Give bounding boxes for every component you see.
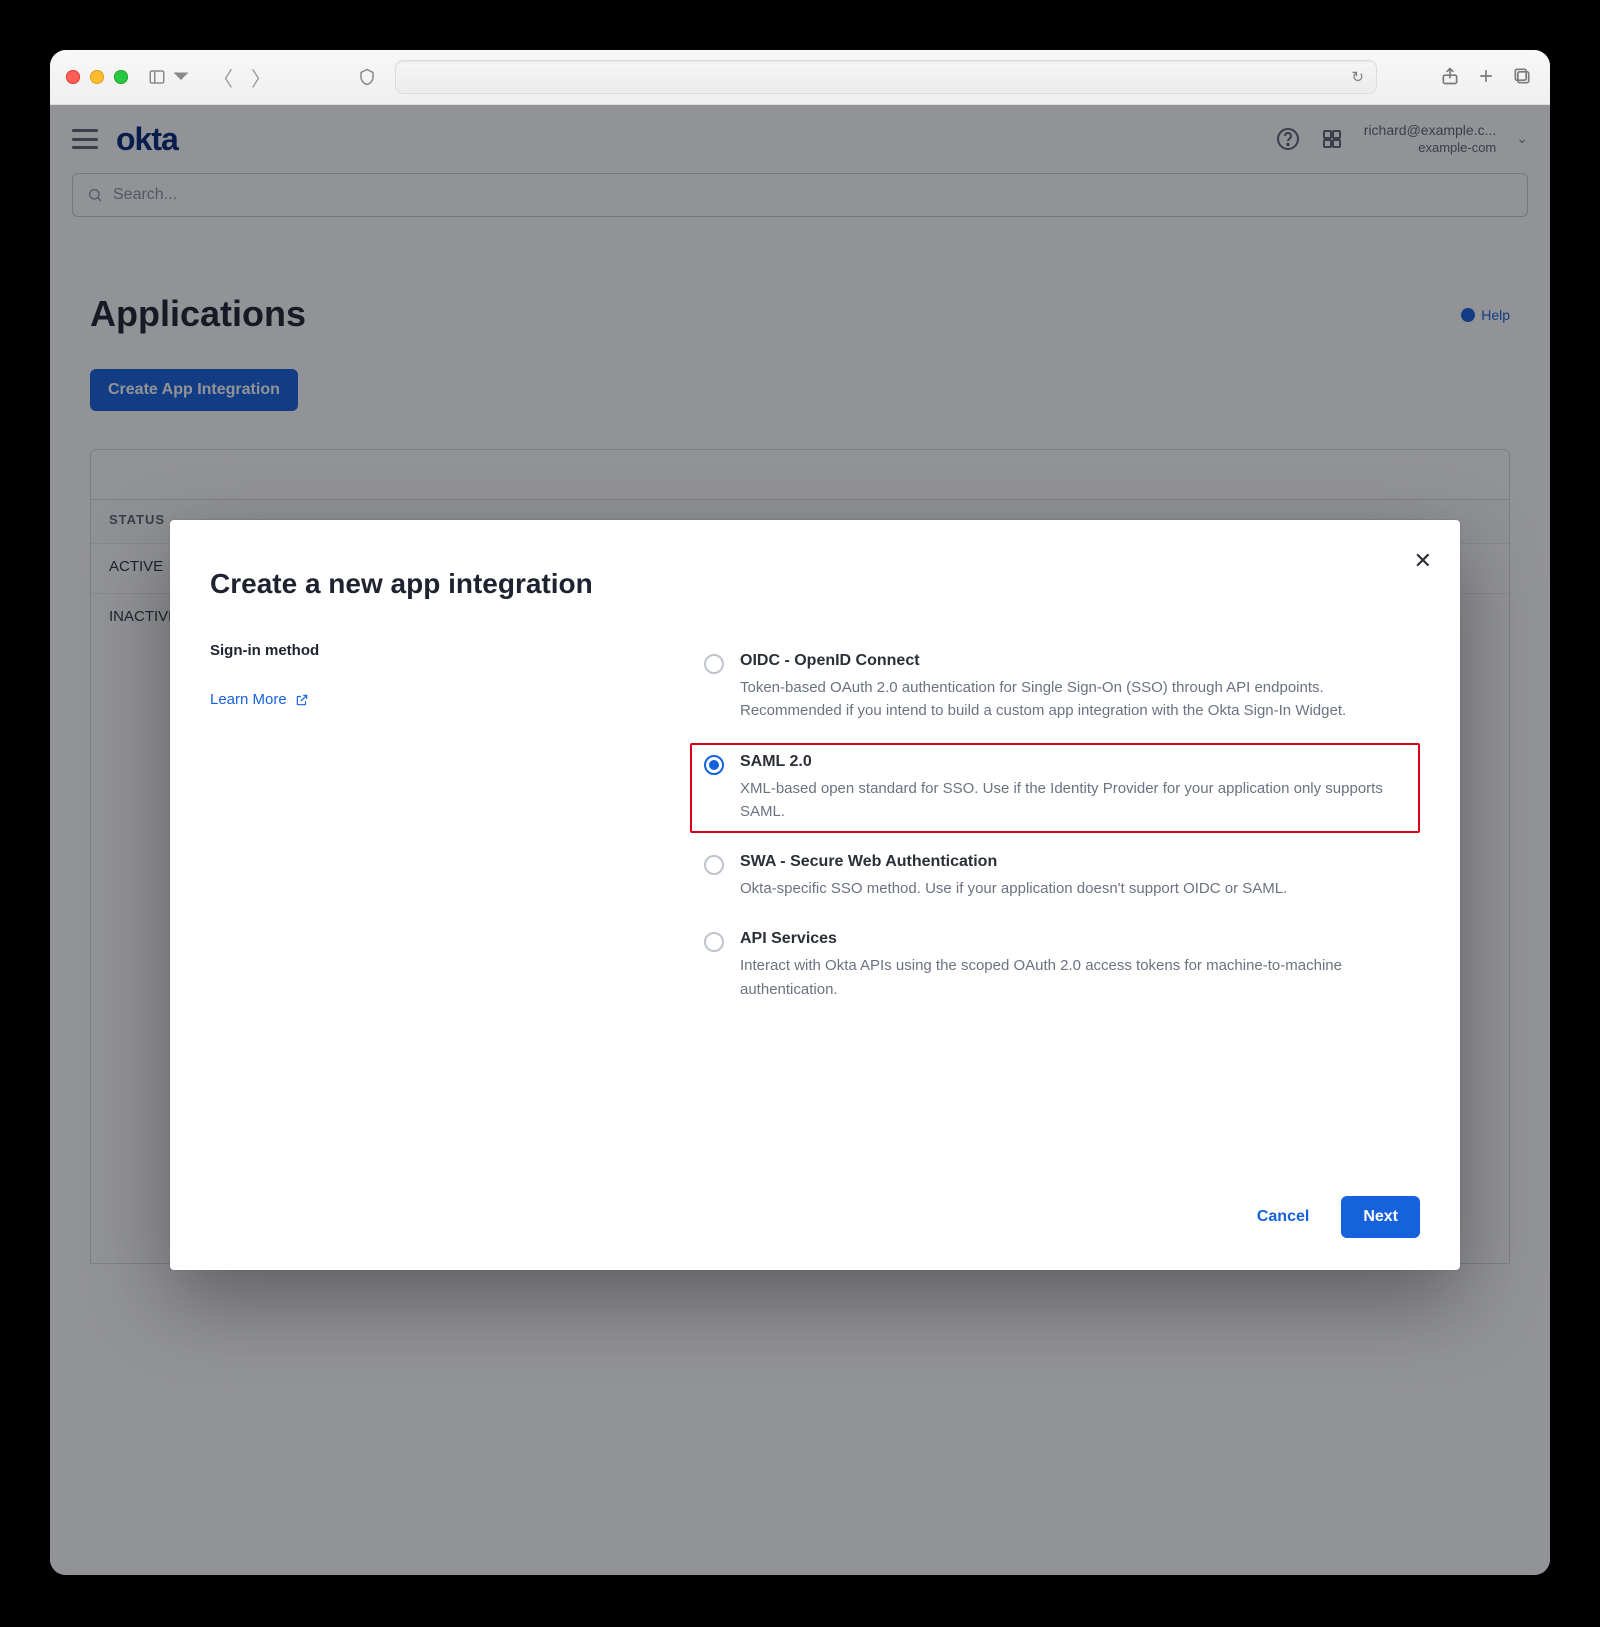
dialog-title: Create a new app integration <box>210 568 1420 600</box>
zoom-window-button[interactable] <box>114 70 128 84</box>
browser-right-controls <box>1440 66 1534 88</box>
radio-swa[interactable] <box>704 855 724 875</box>
option-description: XML-based open standard for SSO. Use if … <box>740 777 1406 824</box>
share-icon[interactable] <box>1440 66 1462 88</box>
page-content: okta richard@example.c... example-com ⌄ … <box>50 105 1550 1575</box>
option-title: SWA - Secure Web Authentication <box>740 853 1287 871</box>
close-window-button[interactable] <box>66 70 80 84</box>
learn-more-label: Learn More <box>210 691 287 708</box>
traffic-lights <box>66 70 128 84</box>
sidebar-toggle-icon[interactable] <box>140 64 198 90</box>
external-link-icon <box>295 693 309 707</box>
create-app-dialog: ✕ Create a new app integration Sign-in m… <box>170 520 1460 1270</box>
radio-api[interactable] <box>704 932 724 952</box>
option-title: API Services <box>740 930 1406 948</box>
signin-option-api[interactable]: API Services Interact with Okta APIs usin… <box>690 920 1420 1011</box>
minimize-window-button[interactable] <box>90 70 104 84</box>
option-description: Token-based OAuth 2.0 authentication for… <box>740 676 1406 723</box>
browser-titlebar: 〈 〉 ↻ <box>50 50 1550 105</box>
privacy-shield-icon[interactable] <box>358 68 376 86</box>
signin-method-label: Sign-in method <box>210 642 670 659</box>
option-title: SAML 2.0 <box>740 753 1406 771</box>
signin-option-swa[interactable]: SWA - Secure Web Authentication Okta-spec… <box>690 843 1420 910</box>
signin-option-oidc[interactable]: OIDC - OpenID Connect Token-based OAuth 2… <box>690 642 1420 733</box>
next-button[interactable]: Next <box>1341 1196 1420 1238</box>
tab-overview-icon[interactable] <box>1512 66 1534 88</box>
option-title: OIDC - OpenID Connect <box>740 652 1406 670</box>
new-tab-icon[interactable] <box>1476 66 1498 88</box>
radio-oidc[interactable] <box>704 654 724 674</box>
learn-more-link[interactable]: Learn More <box>210 691 670 708</box>
close-icon[interactable]: ✕ <box>1414 548 1432 574</box>
browser-window: 〈 〉 ↻ okta <box>50 50 1550 1575</box>
back-button[interactable]: 〈 <box>210 63 236 92</box>
address-bar[interactable]: ↻ <box>396 61 1376 93</box>
radio-saml[interactable] <box>704 755 724 775</box>
forward-button[interactable]: 〉 <box>248 63 274 92</box>
signin-option-saml[interactable]: SAML 2.0 XML-based open standard for SSO.… <box>690 743 1420 834</box>
option-description: Interact with Okta APIs using the scoped… <box>740 954 1406 1001</box>
refresh-icon[interactable]: ↻ <box>1351 68 1364 86</box>
option-description: Okta-specific SSO method. Use if your ap… <box>740 877 1287 900</box>
signin-method-options: OIDC - OpenID Connect Token-based OAuth 2… <box>690 642 1420 1021</box>
cancel-button[interactable]: Cancel <box>1245 1198 1321 1236</box>
